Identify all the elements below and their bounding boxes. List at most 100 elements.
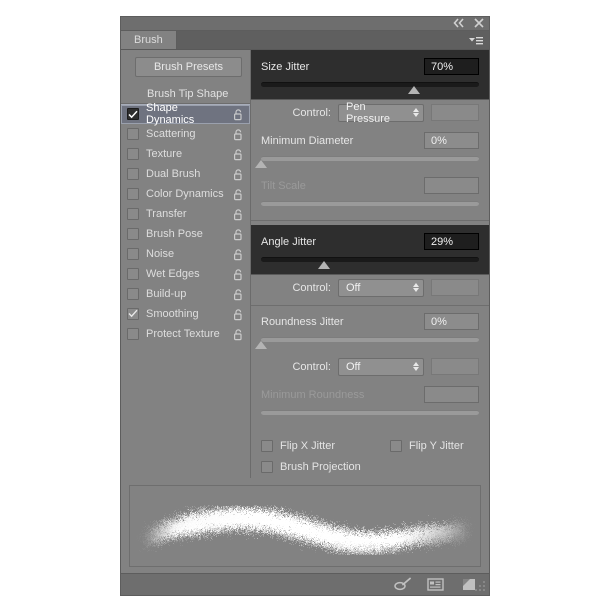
- lock-open-icon[interactable]: [233, 128, 244, 140]
- lock-open-icon[interactable]: [233, 168, 244, 180]
- checkbox-build-up[interactable]: [127, 288, 139, 300]
- panel-menu-icon[interactable]: [468, 35, 484, 49]
- checkbox-scattering[interactable]: [127, 128, 139, 140]
- size-control-select[interactable]: Pen Pressure: [338, 104, 424, 122]
- flip-row-1: Flip X Jitter Flip Y Jitter: [261, 436, 479, 457]
- lock-open-icon[interactable]: [233, 308, 244, 320]
- slider-thumb[interactable]: [255, 341, 267, 349]
- checkbox-brush-pose[interactable]: [127, 228, 139, 240]
- lock-open-icon[interactable]: [233, 108, 244, 120]
- size-control-label: Control:: [261, 107, 331, 119]
- roundness-control-select[interactable]: Off: [338, 358, 424, 376]
- sidebar-item-scattering[interactable]: Scattering: [121, 124, 250, 144]
- sidebar-item-label: Scattering: [146, 128, 226, 140]
- lock-open-icon[interactable]: [233, 268, 244, 280]
- checkbox-flip-x-jitter[interactable]: [261, 440, 273, 452]
- slider-thumb[interactable]: [318, 261, 330, 269]
- brush-panel: Brush Brush Presets Brush Tip Shape: [120, 16, 490, 596]
- tab-label: Brush: [134, 34, 163, 46]
- resize-grip-icon[interactable]: [473, 579, 487, 593]
- lock-open-icon[interactable]: [233, 208, 244, 220]
- flip-x-jitter-label: Flip X Jitter: [280, 440, 335, 452]
- sidebar-item-dual-brush[interactable]: Dual Brush: [121, 164, 250, 184]
- divider: [251, 220, 489, 221]
- checkbox-smoothing[interactable]: [127, 308, 139, 320]
- angle-control-select[interactable]: Off: [338, 279, 424, 297]
- checkbox-brush-projection[interactable]: [261, 461, 273, 473]
- checkbox-noise[interactable]: [127, 248, 139, 260]
- sidebar-item-noise[interactable]: Noise: [121, 244, 250, 264]
- collapse-double-left-icon[interactable]: [453, 17, 465, 29]
- size-jitter-slider[interactable]: [261, 81, 479, 95]
- brush-stroke-graphic: [130, 486, 480, 567]
- sidebar-item-protect-texture[interactable]: Protect Texture: [121, 324, 250, 344]
- sidebar-item-label: Smoothing: [146, 308, 226, 320]
- sidebar-item-label: Wet Edges: [146, 268, 226, 280]
- angle-jitter-value[interactable]: 29%: [424, 233, 479, 250]
- tilt-scale-slider: [261, 200, 479, 214]
- lock-open-icon[interactable]: [233, 328, 244, 340]
- sidebar-item-label: Color Dynamics: [146, 188, 226, 200]
- size-control-value: Pen Pressure: [346, 101, 413, 125]
- slider-thumb[interactable]: [408, 86, 420, 94]
- brush-stroke-preview: [129, 485, 481, 567]
- lock-open-icon[interactable]: [233, 288, 244, 300]
- flip-row-2: Brush Projection: [261, 457, 479, 478]
- checkbox-dual-brush[interactable]: [127, 168, 139, 180]
- slider-track: [261, 337, 479, 342]
- checkbox-color-dynamics[interactable]: [127, 188, 139, 200]
- lock-open-icon[interactable]: [233, 228, 244, 240]
- new-brush-preset-icon[interactable]: [427, 577, 445, 593]
- checkbox-transfer[interactable]: [127, 208, 139, 220]
- angle-jitter-group: Angle Jitter 29%: [251, 225, 489, 274]
- preview-spacer: [121, 478, 489, 485]
- size-jitter-value[interactable]: 70%: [424, 58, 479, 75]
- close-icon[interactable]: [473, 17, 485, 29]
- sidebar-item-transfer[interactable]: Transfer: [121, 204, 250, 224]
- sidebar-item-color-dynamics[interactable]: Color Dynamics: [121, 184, 250, 204]
- size-control-spacer: [431, 104, 479, 121]
- sidebar-item-label: Dual Brush: [146, 168, 226, 180]
- slider-track: [261, 257, 479, 262]
- roundness-jitter-group: Roundness Jitter 0%: [251, 306, 489, 353]
- minimum-diameter-value[interactable]: 0%: [424, 132, 479, 149]
- sidebar-item-brush-pose[interactable]: Brush Pose: [121, 224, 250, 244]
- tab-brush[interactable]: Brush: [121, 31, 177, 49]
- slider-thumb[interactable]: [255, 160, 267, 168]
- angle-control-row: Control: Off: [251, 274, 489, 302]
- sidebar-item-wet-edges[interactable]: Wet Edges: [121, 264, 250, 284]
- settings-pane: Size Jitter 70% Control: Pen Pressure: [251, 50, 489, 478]
- panel-footer: [121, 573, 489, 595]
- angle-control-label: Control:: [261, 282, 331, 294]
- angle-jitter-slider[interactable]: [261, 256, 479, 270]
- checkbox-texture[interactable]: [127, 148, 139, 160]
- sidebar-item-shape-dynamics[interactable]: Shape Dynamics: [121, 104, 250, 124]
- brush-tool-icon[interactable]: [393, 577, 411, 593]
- roundness-control-spacer: [431, 358, 479, 375]
- minimum-diameter-slider[interactable]: [261, 155, 479, 169]
- sidebar-item-smoothing[interactable]: Smoothing: [121, 304, 250, 324]
- checkbox-protect-texture[interactable]: [127, 328, 139, 340]
- sidebar-item-brush-tip-shape[interactable]: Brush Tip Shape: [121, 85, 250, 104]
- size-control-row: Control: Pen Pressure: [251, 99, 489, 127]
- sidebar-item-build-up[interactable]: Build-up: [121, 284, 250, 304]
- slider-track: [261, 156, 479, 161]
- minimum-diameter-label: Minimum Diameter: [261, 135, 353, 147]
- minimum-roundness-label: Minimum Roundness: [261, 389, 364, 401]
- brush-presets-button[interactable]: Brush Presets: [135, 57, 242, 77]
- roundness-jitter-value[interactable]: 0%: [424, 313, 479, 330]
- brush-projection-option[interactable]: Brush Projection: [261, 461, 361, 473]
- lock-open-icon[interactable]: [233, 248, 244, 260]
- roundness-jitter-slider[interactable]: [261, 336, 479, 350]
- angle-jitter-label: Angle Jitter: [261, 236, 316, 248]
- flip-y-jitter-option[interactable]: Flip Y Jitter: [390, 440, 464, 452]
- brush-presets-label: Brush Presets: [154, 61, 223, 73]
- flip-x-jitter-option[interactable]: Flip X Jitter: [261, 440, 335, 452]
- checkbox-flip-y-jitter[interactable]: [390, 440, 402, 452]
- lock-open-icon[interactable]: [233, 148, 244, 160]
- checkbox-wet-edges[interactable]: [127, 268, 139, 280]
- checkbox-shape-dynamics[interactable]: [127, 108, 139, 120]
- lock-open-icon[interactable]: [233, 188, 244, 200]
- sidebar-item-label: Transfer: [146, 208, 226, 220]
- sidebar-item-texture[interactable]: Texture: [121, 144, 250, 164]
